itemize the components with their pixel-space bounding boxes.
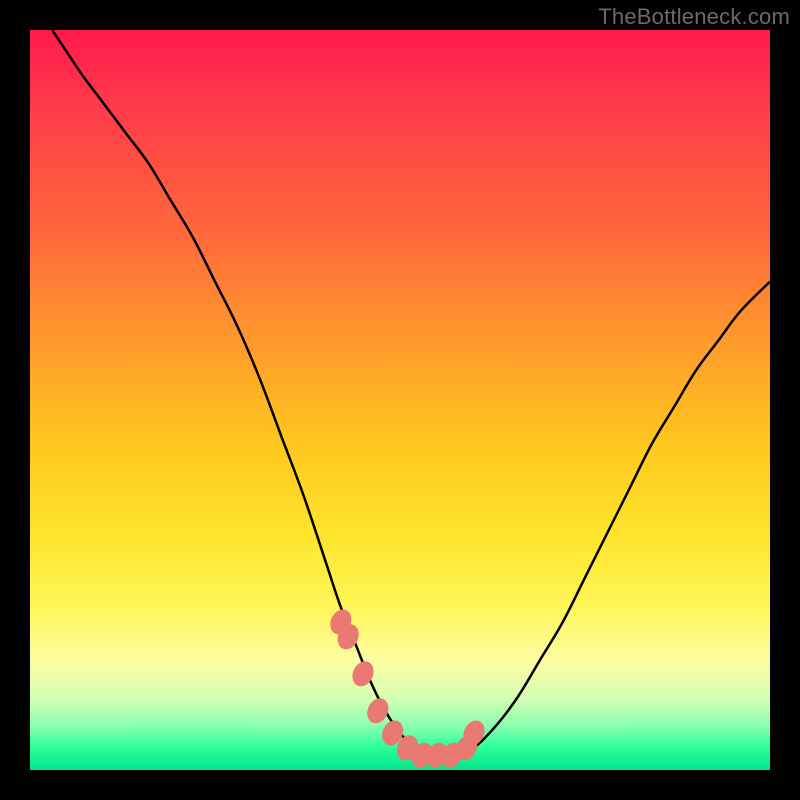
bottleneck-curve <box>52 30 770 756</box>
chart-svg <box>30 30 770 770</box>
marker-point <box>363 695 392 727</box>
trough-markers <box>326 606 488 770</box>
chart-frame: TheBottleneck.com <box>0 0 800 800</box>
watermark-text: TheBottleneck.com <box>598 4 790 30</box>
plot-area <box>30 30 770 770</box>
